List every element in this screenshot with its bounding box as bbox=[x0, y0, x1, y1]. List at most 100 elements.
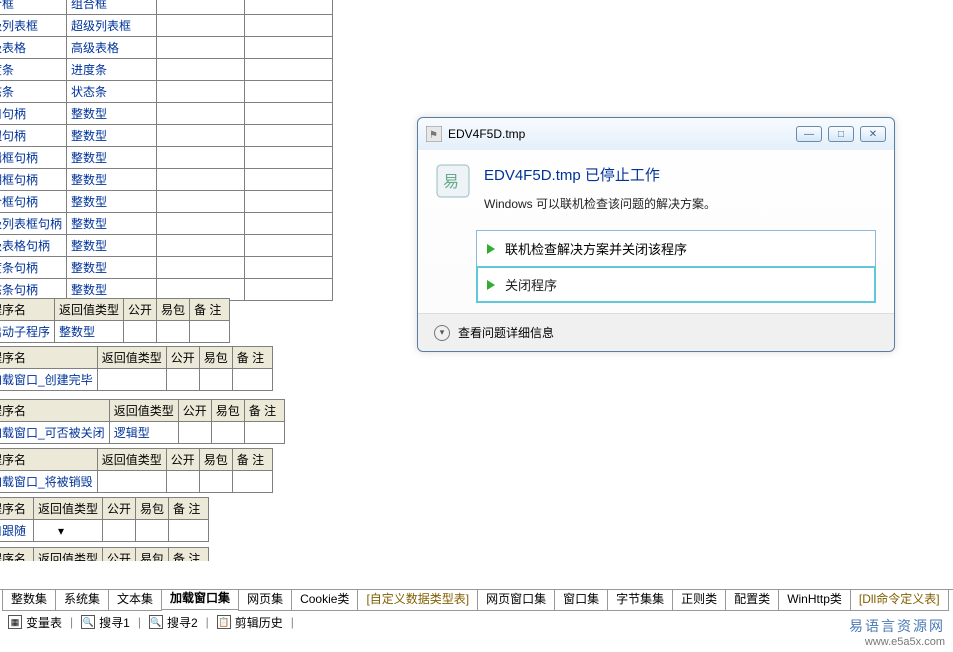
toolbar-label: 搜寻1 bbox=[99, 614, 130, 631]
tab-12[interactable]: WinHttp类 bbox=[778, 589, 851, 611]
watermark-zh: 易语言资源网 bbox=[849, 616, 945, 636]
var-name-cell[interactable]: 期框句柄 bbox=[0, 169, 67, 191]
tab-13[interactable]: [Dll命令定义表] bbox=[850, 589, 949, 611]
var-type-cell[interactable]: 整数型 bbox=[67, 191, 157, 213]
var-type-cell[interactable]: 状态条 bbox=[67, 81, 157, 103]
var-type-cell[interactable]: 整数型 bbox=[67, 125, 157, 147]
type-link[interactable]: 整数型 bbox=[59, 325, 95, 339]
empty-cell bbox=[245, 169, 333, 191]
var-name-cell[interactable]: 合框句柄 bbox=[0, 191, 67, 213]
tab-6[interactable]: [自定义数据类型表] bbox=[357, 589, 478, 611]
col-name: 程序名 bbox=[0, 498, 34, 520]
tab-3[interactable]: 加载窗口集 bbox=[161, 589, 239, 610]
empty-cell bbox=[157, 59, 245, 81]
subprogram-link[interactable]: 加载窗口_创建完毕 bbox=[0, 373, 93, 387]
empty-cell bbox=[245, 15, 333, 37]
action-close-program[interactable]: 关闭程序 bbox=[476, 266, 876, 303]
var-type-cell[interactable]: 组合框 bbox=[67, 0, 157, 15]
empty-cell bbox=[157, 235, 245, 257]
subprogram-link[interactable]: 口跟随 bbox=[0, 524, 26, 538]
tab-1[interactable]: 系统集 bbox=[55, 589, 109, 611]
empty-cell bbox=[245, 235, 333, 257]
subprogram-link[interactable]: 启动子程序 bbox=[0, 325, 50, 339]
empty-cell bbox=[245, 0, 333, 15]
col-public: 公开 bbox=[166, 449, 199, 471]
var-type-cell[interactable]: 整数型 bbox=[67, 169, 157, 191]
module-tabstrip: 整数集系统集文本集加载窗口集网页集Cookie类[自定义数据类型表]网页窗口集窗… bbox=[0, 589, 953, 611]
variable-table: 合框组合框级列表框超级列表框级表格高级表格度条进度条态条状态条口句柄整数型钮句柄… bbox=[0, 0, 333, 301]
type-link[interactable]: 逻辑型 bbox=[114, 426, 150, 440]
tab-0[interactable]: 整数集 bbox=[2, 589, 56, 611]
col-name: 程序名 bbox=[0, 299, 55, 321]
col-pkg: 易包 bbox=[211, 400, 244, 422]
toolbar-label: 变量表 bbox=[26, 614, 62, 631]
var-type-cell[interactable]: 超级列表框 bbox=[67, 15, 157, 37]
toolbar-label: 搜寻2 bbox=[167, 614, 198, 631]
tab-2[interactable]: 文本集 bbox=[108, 589, 162, 611]
cell bbox=[124, 321, 157, 343]
sub-table-2: 程序名返回值类型公开易包备 注 加载窗口_创建完毕 bbox=[0, 346, 273, 391]
var-name-cell[interactable]: 口句柄 bbox=[0, 103, 67, 125]
tool-search1[interactable]: 🔍搜寻1 bbox=[77, 614, 134, 631]
var-type-cell[interactable]: 高级表格 bbox=[67, 37, 157, 59]
var-name-cell[interactable]: 级列表框 bbox=[0, 15, 67, 37]
empty-cell bbox=[157, 0, 245, 15]
empty-cell bbox=[157, 169, 245, 191]
var-name-cell[interactable]: 钮句柄 bbox=[0, 125, 67, 147]
var-type-cell[interactable]: 整数型 bbox=[67, 235, 157, 257]
action-check-online[interactable]: 联机检查解决方案并关闭该程序 bbox=[476, 230, 876, 267]
var-name-cell[interactable]: 度条 bbox=[0, 59, 67, 81]
col-pkg: 易包 bbox=[199, 449, 232, 471]
tab-4[interactable]: 网页集 bbox=[238, 589, 292, 611]
empty-cell bbox=[245, 37, 333, 59]
toolbar-label: 剪辑历史 bbox=[235, 614, 283, 631]
tool-cliphistory[interactable]: 📋 剪辑历史 bbox=[213, 614, 287, 631]
var-type-cell[interactable]: 进度条 bbox=[67, 59, 157, 81]
var-name-cell[interactable]: 级表格 bbox=[0, 37, 67, 59]
var-type-cell[interactable]: 整数型 bbox=[67, 257, 157, 279]
var-name-cell[interactable]: 度条句柄 bbox=[0, 257, 67, 279]
tab-8[interactable]: 窗口集 bbox=[554, 589, 608, 611]
subprogram-link[interactable]: 加载窗口_将被销毁 bbox=[0, 475, 93, 489]
tool-vartable[interactable]: ▦变量表 bbox=[4, 614, 66, 631]
separator: | bbox=[70, 615, 73, 629]
dialog-title-text: EDV4F5D.tmp bbox=[448, 127, 796, 141]
clipboard-icon: 📋 bbox=[217, 615, 231, 629]
dialog-details-toggle[interactable]: ▾ 查看问题详细信息 bbox=[418, 313, 894, 351]
program-icon: 易 bbox=[436, 164, 470, 198]
tab-7[interactable]: 网页窗口集 bbox=[477, 589, 555, 611]
separator: | bbox=[138, 615, 141, 629]
var-type-cell[interactable]: 整数型 bbox=[67, 147, 157, 169]
empty-cell bbox=[157, 125, 245, 147]
var-type-cell[interactable]: 整数型 bbox=[67, 103, 157, 125]
var-name-cell[interactable]: 态条 bbox=[0, 81, 67, 103]
subprogram-link[interactable]: 加载窗口_可否被关闭 bbox=[0, 426, 105, 440]
details-label: 查看问题详细信息 bbox=[458, 324, 554, 341]
var-name-cell[interactable]: 级列表框句柄 bbox=[0, 213, 67, 235]
maximize-button[interactable]: □ bbox=[828, 126, 854, 142]
col-public: 公开 bbox=[103, 548, 136, 562]
col-note: 备 注 bbox=[169, 498, 209, 520]
empty-cell bbox=[245, 191, 333, 213]
cell bbox=[178, 422, 211, 444]
tab-5[interactable]: Cookie类 bbox=[291, 589, 358, 611]
action-label: 关闭程序 bbox=[505, 275, 557, 294]
var-name-cell[interactable]: 合框 bbox=[0, 0, 67, 15]
minimize-button[interactable]: — bbox=[796, 126, 822, 142]
empty-cell bbox=[157, 147, 245, 169]
tab-11[interactable]: 配置类 bbox=[725, 589, 779, 611]
var-type-cell[interactable]: 整数型 bbox=[67, 213, 157, 235]
tab-10[interactable]: 正则类 bbox=[672, 589, 726, 611]
close-button[interactable]: ✕ bbox=[860, 126, 886, 142]
sub-table-3: 程序名返回值类型公开易包备 注 加载窗口_可否被关闭逻辑型 bbox=[0, 399, 285, 444]
col-note: 备 注 bbox=[232, 347, 272, 369]
arrow-right-icon bbox=[487, 280, 495, 290]
tool-search2[interactable]: 🔍搜寻2 bbox=[145, 614, 202, 631]
var-name-cell[interactable]: 辑框句柄 bbox=[0, 147, 67, 169]
tab-9[interactable]: 字节集集 bbox=[607, 589, 673, 611]
var-name-cell[interactable]: 级表格句柄 bbox=[0, 235, 67, 257]
col-return: 返回值类型 bbox=[109, 400, 178, 422]
dialog-titlebar[interactable]: ⚑ EDV4F5D.tmp — □ ✕ bbox=[418, 118, 894, 150]
chevron-down-icon: ▾ bbox=[434, 325, 450, 341]
col-pkg: 易包 bbox=[136, 498, 169, 520]
